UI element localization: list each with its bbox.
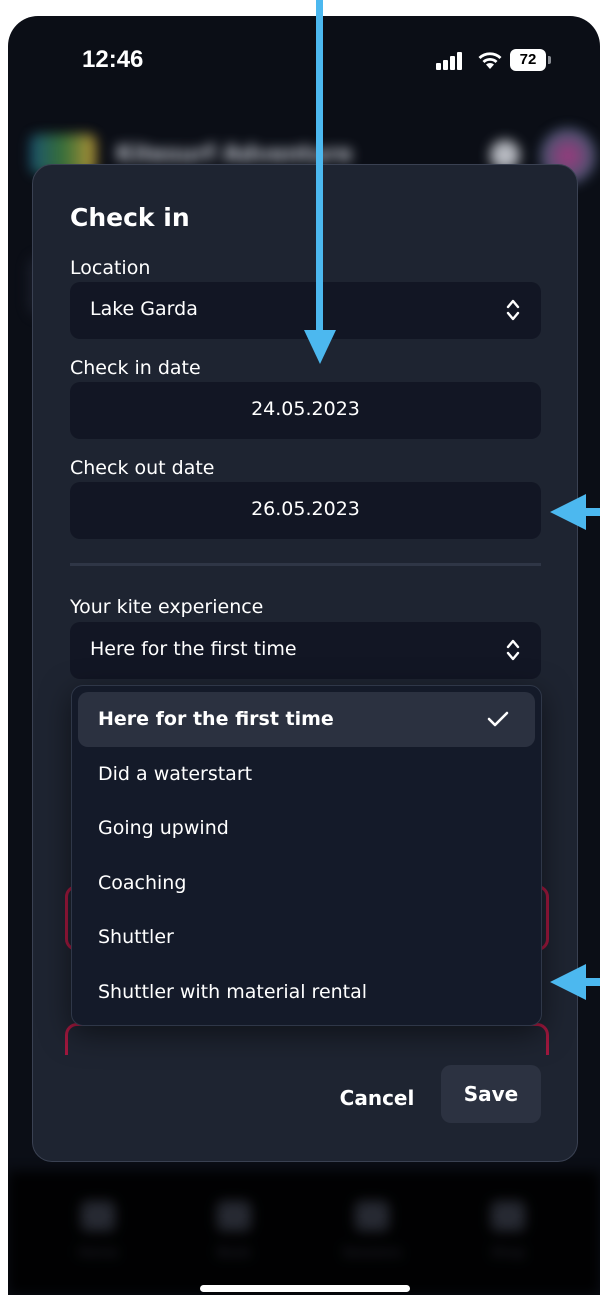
dropdown-option[interactable]: Did a waterstart	[78, 747, 535, 802]
location-label: Location	[70, 257, 151, 279]
annotation-arrow-left-icon	[550, 964, 600, 1000]
status-time: 12:46	[82, 46, 144, 73]
tab-home: Home	[48, 1201, 148, 1261]
option-label: Here for the first time	[98, 708, 334, 730]
checkmark-icon	[487, 711, 509, 727]
divider	[70, 563, 541, 566]
location-value: Lake Garda	[90, 298, 198, 320]
check-out-date-label: Check out date	[70, 457, 215, 479]
home-icon	[81, 1201, 115, 1231]
save-button[interactable]: Save	[441, 1065, 541, 1123]
option-label: Shuttler with material rental	[98, 981, 368, 1003]
experience-select[interactable]: Here for the first time	[70, 622, 541, 679]
chevron-up-down-icon	[506, 639, 520, 661]
experience-value: Here for the first time	[90, 638, 297, 660]
option-label: Coaching	[98, 872, 187, 894]
option-label: Going upwind	[98, 817, 229, 839]
tab-book: Book	[184, 1201, 284, 1261]
check-in-date-value: 24.05.2023	[251, 398, 360, 420]
home-indicator[interactable]	[200, 1285, 410, 1292]
annotation-arrow-down-icon	[304, 0, 336, 364]
check-in-date-field[interactable]: 24.05.2023	[70, 382, 541, 439]
experience-label: Your kite experience	[70, 596, 264, 618]
tab-bar: Home Book Sessions Shop	[8, 1171, 600, 1295]
check-out-date-field[interactable]: 26.05.2023	[70, 482, 541, 539]
tab-label: Sessions	[341, 1245, 403, 1261]
dropdown-option[interactable]: Coaching	[78, 856, 535, 911]
wifi-icon	[478, 52, 502, 69]
dropdown-option[interactable]: Going upwind	[78, 801, 535, 856]
tab-sessions: Sessions	[322, 1201, 422, 1261]
check-in-date-label: Check in date	[70, 357, 201, 379]
battery-icon: 72	[510, 49, 546, 71]
tab-label: Shop	[490, 1245, 526, 1261]
experience-dropdown-menu: Here for the first time Did a waterstart…	[71, 685, 542, 1026]
check-out-date-value: 26.05.2023	[251, 498, 360, 520]
cancel-button[interactable]: Cancel	[317, 1070, 437, 1126]
grid-icon	[355, 1201, 389, 1231]
triangle-icon	[217, 1201, 251, 1231]
annotation-arrow-left-icon	[550, 494, 600, 530]
cellular-signal-icon	[436, 52, 466, 70]
dropdown-option-selected[interactable]: Here for the first time	[78, 692, 535, 747]
battery-tip	[548, 56, 551, 64]
tag-icon	[491, 1201, 525, 1231]
tab-shop: Shop	[458, 1201, 558, 1261]
chevron-up-down-icon	[506, 299, 520, 321]
dropdown-option[interactable]: Shuttler	[78, 910, 535, 965]
tab-label: Home	[77, 1245, 119, 1261]
dropdown-option[interactable]: Shuttler with material rental	[78, 965, 535, 1020]
option-label: Did a waterstart	[98, 763, 253, 785]
tab-label: Book	[216, 1245, 252, 1261]
option-label: Shuttler	[98, 926, 174, 948]
dialog-title: Check in	[70, 203, 190, 232]
